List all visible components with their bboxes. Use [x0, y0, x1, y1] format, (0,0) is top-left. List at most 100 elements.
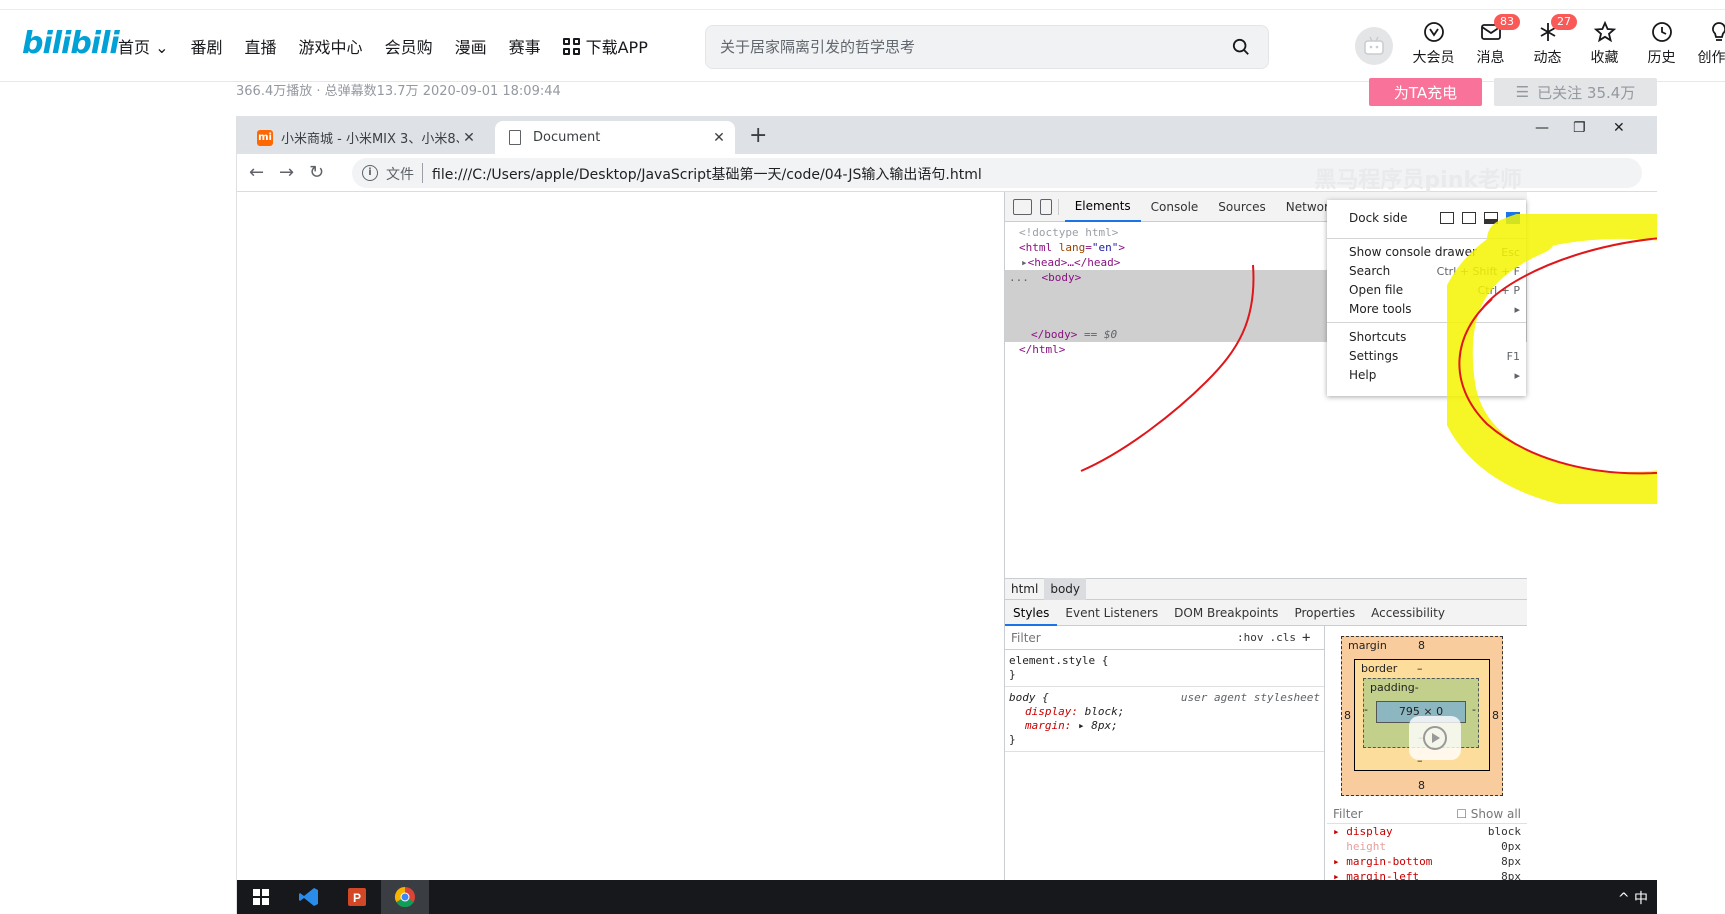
follow-button[interactable]: ☰ 已关注 35.4万: [1494, 78, 1657, 106]
entry-history[interactable]: 历史: [1633, 20, 1690, 67]
body-selector: body {: [1009, 691, 1049, 704]
element-style-rule[interactable]: element.style { }: [1005, 650, 1324, 687]
style-decl-display[interactable]: display: block;: [1009, 705, 1320, 719]
crumb-body[interactable]: body: [1044, 578, 1087, 600]
menu-divider: [1327, 322, 1526, 323]
powerpoint-icon[interactable]: P: [333, 880, 381, 914]
computed-row[interactable]: ▸ display block: [1327, 824, 1527, 839]
nav-mall[interactable]: 会员购: [385, 34, 433, 58]
entry-dynamic[interactable]: 27 动态: [1519, 14, 1577, 67]
video-player[interactable]: mi 小米商城 - 小米MIX 3、小米8、 ✕ Document ✕ + — …: [236, 116, 1657, 914]
menu-item-more-tools[interactable]: More tools ▸: [1327, 300, 1526, 319]
charge-button[interactable]: 为TA充电: [1369, 78, 1482, 106]
windows-start-icon[interactable]: [237, 880, 285, 914]
entry-creator[interactable]: 创作中: [1690, 20, 1725, 67]
nav-manga[interactable]: 漫画: [455, 34, 487, 58]
inspect-element-icon[interactable]: [1013, 198, 1033, 215]
tab-event-listeners[interactable]: Event Listeners: [1057, 600, 1166, 626]
computed-row[interactable]: ▸ margin-bottom 8px: [1327, 854, 1527, 869]
close-icon[interactable]: ✕: [709, 130, 729, 146]
restore-button[interactable]: ❐: [1573, 120, 1586, 136]
tab-styles[interactable]: Styles: [1005, 600, 1058, 626]
tab-console[interactable]: Console: [1141, 192, 1209, 222]
rule-origin[interactable]: user agent stylesheet: [1181, 691, 1320, 705]
tab-dom-breakpoints[interactable]: DOM Breakpoints: [1166, 600, 1286, 626]
nav-home[interactable]: 首页 ⌄: [118, 34, 169, 58]
site-header: bilibili 首页 ⌄ 番剧 直播 游戏中心 会员购 漫画 赛事 下载APP: [0, 0, 1725, 82]
nav-match[interactable]: 赛事: [509, 34, 541, 58]
page-viewport[interactable]: [237, 192, 1003, 880]
tab-properties[interactable]: Properties: [1286, 600, 1363, 626]
body-ua-rule[interactable]: body { user agent stylesheet display: blo…: [1005, 687, 1324, 752]
tab-accessibility[interactable]: Accessibility: [1363, 600, 1453, 626]
menu-item-help[interactable]: Help ▸: [1327, 366, 1526, 385]
crumb-html[interactable]: html: [1005, 582, 1044, 596]
nav-download-app[interactable]: 下载APP: [562, 34, 648, 58]
new-rule-button[interactable]: +: [1302, 630, 1310, 646]
cls-toggle[interactable]: .cls: [1270, 631, 1297, 644]
info-icon[interactable]: i: [362, 165, 378, 181]
app-grid-icon: [562, 37, 580, 55]
hov-toggle[interactable]: :hov: [1237, 631, 1264, 644]
menu-item-open-file[interactable]: Open file Ctrl + P: [1327, 281, 1526, 300]
entry-messages[interactable]: 83 消息: [1462, 14, 1520, 67]
mi-favicon-icon: mi: [257, 129, 273, 146]
browser-toolbar: ← → ↻ i 文件 file:///C:/Users/apple/Deskto…: [237, 154, 1657, 193]
file-scheme-label: 文件: [386, 167, 414, 183]
back-arrow-icon[interactable]: ←: [249, 162, 264, 183]
search-input[interactable]: [720, 26, 1200, 68]
reload-icon[interactable]: ↻: [309, 162, 324, 183]
undock-icon[interactable]: [1440, 212, 1454, 224]
tab-title: Document: [533, 130, 601, 145]
dock-left-icon[interactable]: [1462, 212, 1476, 224]
new-tab-button[interactable]: +: [749, 123, 767, 148]
message-count-badge: 83: [1494, 14, 1520, 30]
computed-prop: margin-bottom: [1346, 855, 1433, 868]
close-icon[interactable]: ✕: [459, 130, 479, 146]
bilibili-logo[interactable]: bilibili: [22, 26, 120, 61]
computed-row[interactable]: height 0px: [1327, 839, 1527, 854]
entry-favorites-label: 收藏: [1590, 50, 1619, 66]
style-decl-margin[interactable]: margin: ▸ 8px;: [1009, 719, 1320, 733]
menu-item-settings[interactable]: Settings F1: [1327, 347, 1526, 366]
play-button[interactable]: [1409, 716, 1461, 760]
tab-sources[interactable]: Sources: [1208, 192, 1275, 222]
dock-right-icon[interactable]: [1506, 212, 1520, 224]
styles-filter-input[interactable]: [1011, 630, 1231, 645]
entry-favorites[interactable]: 收藏: [1576, 20, 1633, 67]
border-label: border: [1361, 662, 1398, 675]
nav-live[interactable]: 直播: [245, 34, 277, 58]
system-tray[interactable]: ^ 中: [1618, 888, 1648, 908]
address-bar[interactable]: i 文件 file:///C:/Users/apple/Desktop/Java…: [352, 158, 1642, 193]
menu-item-search[interactable]: Search Ctrl + Shift + F: [1327, 262, 1526, 281]
entry-vip[interactable]: 大会员: [1405, 20, 1462, 67]
device-toggle-icon[interactable]: [1040, 198, 1052, 215]
vscode-icon[interactable]: [285, 880, 333, 914]
tab-elements[interactable]: Elements: [1064, 192, 1141, 222]
follow-button-label: 已关注 35.4万: [1537, 83, 1636, 102]
bulb-icon: [1711, 22, 1725, 41]
show-all-checkbox[interactable]: ☐ Show all: [1456, 807, 1521, 821]
nav-anime[interactable]: 番剧: [191, 34, 223, 58]
expand-triangle-icon[interactable]: ▸: [1021, 256, 1028, 269]
search-icon[interactable]: [1232, 38, 1250, 56]
menu-item-show-console-drawer[interactable]: Show console drawer Esc: [1327, 243, 1526, 262]
dock-bottom-icon[interactable]: [1484, 212, 1498, 224]
border-top-value: –: [1417, 662, 1423, 675]
browser-tab-mi[interactable]: mi 小米商城 - 小米MIX 3、小米8、 ✕: [245, 121, 485, 154]
devtools-menu: Dock side Show console drawer Esc Search C…: [1327, 200, 1526, 396]
minimize-button[interactable]: —: [1535, 120, 1549, 136]
window-close-button[interactable]: ✕: [1613, 120, 1625, 136]
menu-item-shortcuts[interactable]: Shortcuts: [1327, 328, 1526, 347]
nav-game-center[interactable]: 游戏中心: [299, 34, 363, 58]
divider: [1057, 198, 1059, 215]
chrome-icon[interactable]: [381, 880, 429, 914]
computed-prop: height: [1346, 840, 1386, 853]
decl-prop: margin: [1025, 719, 1065, 732]
browser-tab-document[interactable]: Document ✕: [495, 121, 735, 154]
body-close-line: </body> == $0: [1031, 327, 1117, 342]
avatar[interactable]: [1355, 27, 1393, 65]
main-nav: 首页 ⌄ 番剧 直播 游戏中心 会员购 漫画 赛事 下载APP: [118, 34, 670, 58]
forward-arrow-icon[interactable]: →: [279, 162, 294, 183]
computed-filter[interactable]: Filter ☐ Show all: [1327, 804, 1527, 824]
